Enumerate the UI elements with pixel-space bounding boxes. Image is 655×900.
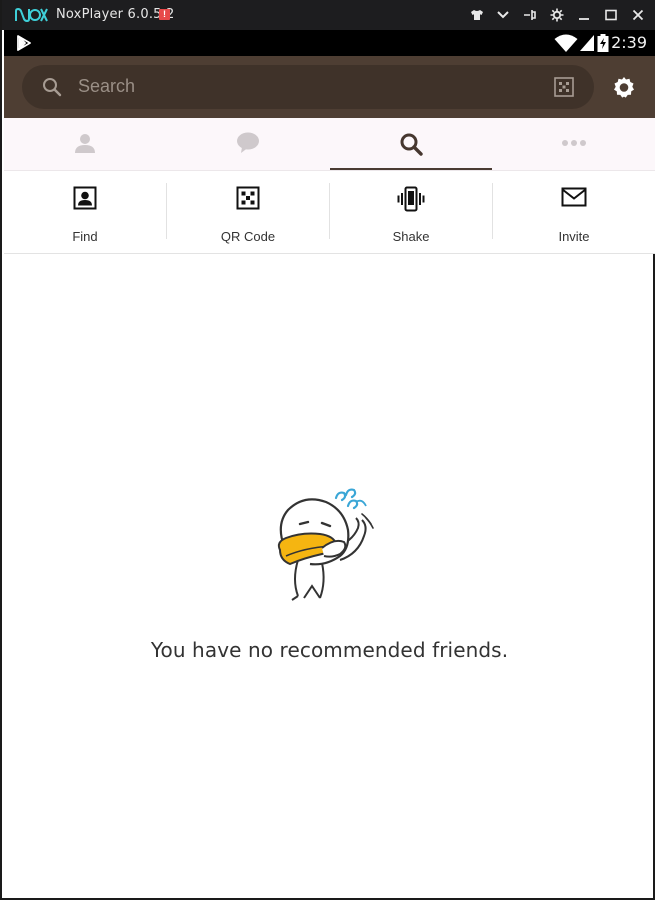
- find-label: Find: [72, 229, 98, 244]
- shake-label: Shake: [392, 229, 430, 244]
- shirt-icon[interactable]: [469, 7, 485, 23]
- tab-more[interactable]: [493, 118, 655, 170]
- search-icon: [43, 78, 62, 97]
- tab-search[interactable]: [330, 118, 492, 170]
- confused-duck-illustration: [277, 488, 374, 601]
- invite-button[interactable]: Invite: [493, 171, 655, 253]
- qr-scan-icon[interactable]: [554, 77, 574, 97]
- wifi-icon: [554, 34, 578, 52]
- friend-actions-bar: Find QR Code Shake Invite: [4, 171, 655, 254]
- search-bar[interactable]: Search: [22, 65, 594, 109]
- emulator-window: NoxPlayer 6.0.5.2 ! 2:39 Search Find QR …: [0, 0, 655, 900]
- android-status-bar: 2:39: [4, 30, 655, 56]
- status-time: 2:39: [611, 33, 647, 52]
- battery-icon: [597, 34, 609, 52]
- pin-icon[interactable]: [522, 7, 538, 23]
- empty-state-message: You have no recommended friends.: [150, 638, 509, 662]
- envelope-icon: [561, 187, 587, 207]
- tab-friends[interactable]: [4, 118, 166, 170]
- person-icon: [75, 134, 95, 153]
- window-title: NoxPlayer 6.0.5.2: [56, 7, 175, 22]
- contact-card-icon: [73, 186, 97, 210]
- find-button[interactable]: Find: [4, 171, 166, 253]
- emulator-title-bar: NoxPlayer 6.0.5.2 !: [2, 0, 655, 30]
- app-header: Search: [4, 56, 655, 118]
- main-tab-bar: [4, 118, 655, 171]
- settings-icon[interactable]: [612, 75, 636, 99]
- close-icon[interactable]: [630, 7, 646, 23]
- qr-code-label: QR Code: [220, 229, 276, 244]
- search-icon: [400, 133, 423, 156]
- shake-button[interactable]: Shake: [330, 171, 492, 253]
- nox-logo: [15, 7, 48, 23]
- alert-badge[interactable]: !: [159, 9, 170, 20]
- gear-icon[interactable]: [549, 7, 565, 23]
- qr-code-icon: [236, 186, 260, 210]
- play-store-icon: [17, 35, 31, 51]
- invite-label: Invite: [558, 229, 590, 244]
- tab-chats[interactable]: [167, 118, 329, 170]
- more-icon: [562, 140, 586, 146]
- minimize-icon[interactable]: [576, 7, 592, 23]
- phone-vibrate-icon: [397, 186, 425, 212]
- signal-icon: [580, 35, 594, 51]
- chat-icon: [237, 132, 259, 153]
- qr-code-button[interactable]: QR Code: [167, 171, 329, 253]
- search-input[interactable]: Search: [78, 76, 135, 97]
- maximize-icon[interactable]: [603, 7, 619, 23]
- chevron-down-icon[interactable]: [495, 7, 511, 23]
